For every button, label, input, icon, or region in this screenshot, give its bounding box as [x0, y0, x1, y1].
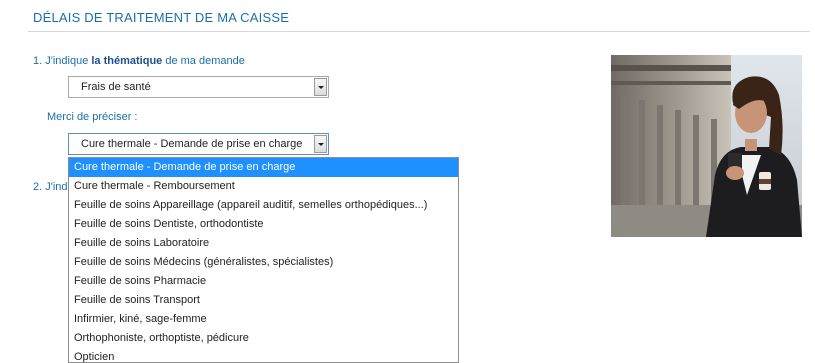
dropdown-option[interactable]: Infirmier, kiné, sage-femme	[69, 310, 458, 329]
precision-dropdown-list[interactable]: Cure thermale - Demande de prise en char…	[68, 157, 459, 363]
step1-suffix: de ma demande	[162, 55, 245, 67]
precision-select-value: Cure thermale - Demande de prise en char…	[81, 138, 303, 150]
dropdown-option[interactable]: Opticien	[69, 348, 458, 362]
dropdown-option[interactable]: Feuille de soins Laboratoire	[69, 234, 458, 253]
chevron-down-icon[interactable]	[314, 78, 327, 96]
dropdown-option[interactable]: Feuille de soins Dentiste, orthodontiste	[69, 215, 458, 234]
chevron-down-icon[interactable]	[314, 135, 327, 153]
dropdown-option[interactable]: Cure thermale - Remboursement	[69, 177, 458, 196]
dropdown-option[interactable]: Feuille de soins Appareillage (appareil …	[69, 196, 458, 215]
dropdown-option[interactable]: Cure thermale - Demande de prise en char…	[69, 158, 458, 177]
step1-prefix: 1. J'indique	[33, 55, 92, 67]
step1-label: 1. J'indique la thématique de ma demande	[33, 55, 245, 67]
step2-label: 2. J'ind	[33, 181, 68, 193]
dropdown-option[interactable]: Feuille de soins Pharmacie	[69, 272, 458, 291]
woman-with-phone-photo	[611, 55, 802, 237]
dropdown-option[interactable]: Feuille de soins Transport	[69, 291, 458, 310]
precision-label: Merci de préciser :	[47, 111, 138, 123]
dropdown-option[interactable]: Feuille de soins Médecins (généralistes,…	[69, 253, 458, 272]
step1-emphasis: la thématique	[91, 55, 163, 67]
page-title: DÉLAIS DE TRAITEMENT DE MA CAISSE	[33, 10, 290, 25]
thematique-select-value: Frais de santé	[81, 81, 151, 93]
dropdown-option[interactable]: Orthophoniste, orthoptiste, pédicure	[69, 329, 458, 348]
thematique-select[interactable]: Frais de santé	[68, 76, 329, 98]
precision-select[interactable]: Cure thermale - Demande de prise en char…	[68, 133, 329, 155]
title-divider	[28, 31, 810, 32]
